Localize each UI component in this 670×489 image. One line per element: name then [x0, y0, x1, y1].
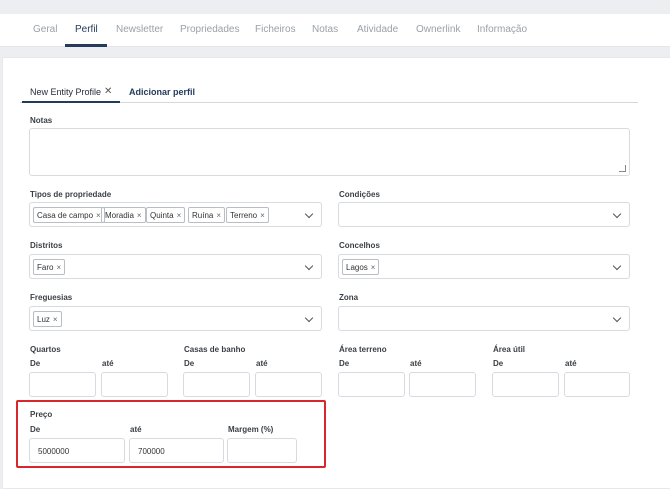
area-terreno-ate-label: até: [410, 359, 422, 368]
remove-chip-icon[interactable]: ×: [56, 263, 61, 272]
area-terreno-label: Área terreno: [339, 345, 387, 354]
area-terreno-ate-input[interactable]: [409, 372, 476, 397]
tab-newsletter[interactable]: Newsletter: [116, 14, 163, 44]
remove-chip-icon[interactable]: ×: [216, 211, 221, 220]
zona-select[interactable]: [338, 306, 630, 331]
chevron-down-icon: [304, 313, 314, 323]
resize-handle-icon[interactable]: [619, 165, 626, 172]
quartos-ate-input[interactable]: [101, 372, 168, 397]
concelhos-label: Concelhos: [339, 241, 380, 250]
zona-label: Zona: [339, 293, 359, 302]
chip-casa-de-campo: Casa de campo ×: [33, 207, 105, 223]
tab-perfil[interactable]: Perfil: [75, 14, 98, 44]
area-terreno-de-input[interactable]: [338, 372, 405, 397]
freguesias-label: Freguesias: [30, 293, 73, 302]
chip-moradia: Moradia ×: [101, 207, 146, 223]
chevron-down-icon: [612, 209, 622, 219]
remove-chip-icon[interactable]: ×: [260, 211, 265, 220]
freguesias-select[interactable]: Luz ×: [29, 306, 322, 331]
concelhos-select[interactable]: Lagos ×: [338, 254, 630, 279]
tab-informacao[interactable]: Informação: [477, 14, 527, 44]
quartos-de-label: De: [30, 359, 41, 368]
tab-ownerlink[interactable]: Ownerlink: [416, 14, 460, 44]
top-tab-bar: Geral Perfil Newsletter Propriedades Fic…: [0, 14, 670, 47]
chevron-down-icon: [304, 209, 314, 219]
profile-tab-indicator: [22, 101, 120, 103]
quartos-de-input[interactable]: [29, 372, 96, 397]
remove-chip-icon[interactable]: ×: [137, 211, 142, 220]
remove-chip-icon[interactable]: ×: [96, 211, 101, 220]
condicoes-label: Condições: [339, 190, 380, 199]
notas-textarea[interactable]: [29, 128, 630, 176]
chip-lagos: Lagos ×: [342, 259, 380, 275]
casas-banho-ate-input[interactable]: [255, 372, 322, 397]
quartos-label: Quartos: [30, 345, 61, 354]
chip-faro: Faro ×: [33, 259, 66, 275]
distritos-label: Distritos: [30, 241, 63, 250]
remove-chip-icon[interactable]: ×: [371, 263, 376, 272]
notas-label: Notas: [30, 116, 53, 125]
area-util-de-input[interactable]: [492, 372, 559, 397]
profile-tab-new-entity[interactable]: New Entity Profile: [30, 87, 101, 97]
quartos-ate-label: até: [102, 359, 114, 368]
tab-geral[interactable]: Geral: [33, 14, 57, 44]
tab-ficheiros[interactable]: Ficheiros: [255, 14, 296, 44]
area-util-de-label: De: [493, 359, 504, 368]
add-profile-tab[interactable]: Adicionar perfil: [129, 87, 195, 97]
area-util-label: Área útil: [493, 345, 526, 354]
area-util-ate-label: até: [565, 359, 577, 368]
active-tab-indicator: [65, 44, 107, 47]
tipos-select[interactable]: Casa de campo × Moradia × Quinta × Ruína × T…: [29, 202, 322, 227]
area-terreno-de-label: De: [339, 359, 350, 368]
distritos-select[interactable]: Faro ×: [29, 254, 322, 279]
remove-chip-icon[interactable]: ×: [53, 315, 58, 324]
casas-banho-label: Casas de banho: [184, 345, 246, 354]
chevron-down-icon: [612, 313, 622, 323]
area-util-ate-input[interactable]: [564, 372, 630, 397]
chip-quinta: Quinta ×: [146, 207, 186, 223]
chip-ruina: Ruína ×: [188, 207, 226, 223]
chip-terreno: Terreno ×: [226, 207, 269, 223]
condicoes-select[interactable]: [338, 202, 630, 227]
highlight-frame: [16, 400, 326, 468]
chevron-down-icon: [612, 261, 622, 271]
casas-banho-de-input[interactable]: [183, 372, 250, 397]
tipos-label: Tipos de propriedade: [30, 190, 112, 199]
tab-propriedades[interactable]: Propriedades: [180, 14, 239, 44]
casas-banho-ate-label: até: [256, 359, 268, 368]
tab-notas[interactable]: Notas: [312, 14, 338, 44]
tab-atividade[interactable]: Atividade: [357, 14, 398, 44]
remove-chip-icon[interactable]: ×: [177, 211, 182, 220]
close-profile-tab-icon[interactable]: ✕: [104, 86, 112, 97]
chip-luz: Luz ×: [33, 311, 62, 327]
casas-banho-de-label: De: [184, 359, 195, 368]
chevron-down-icon: [304, 261, 314, 271]
